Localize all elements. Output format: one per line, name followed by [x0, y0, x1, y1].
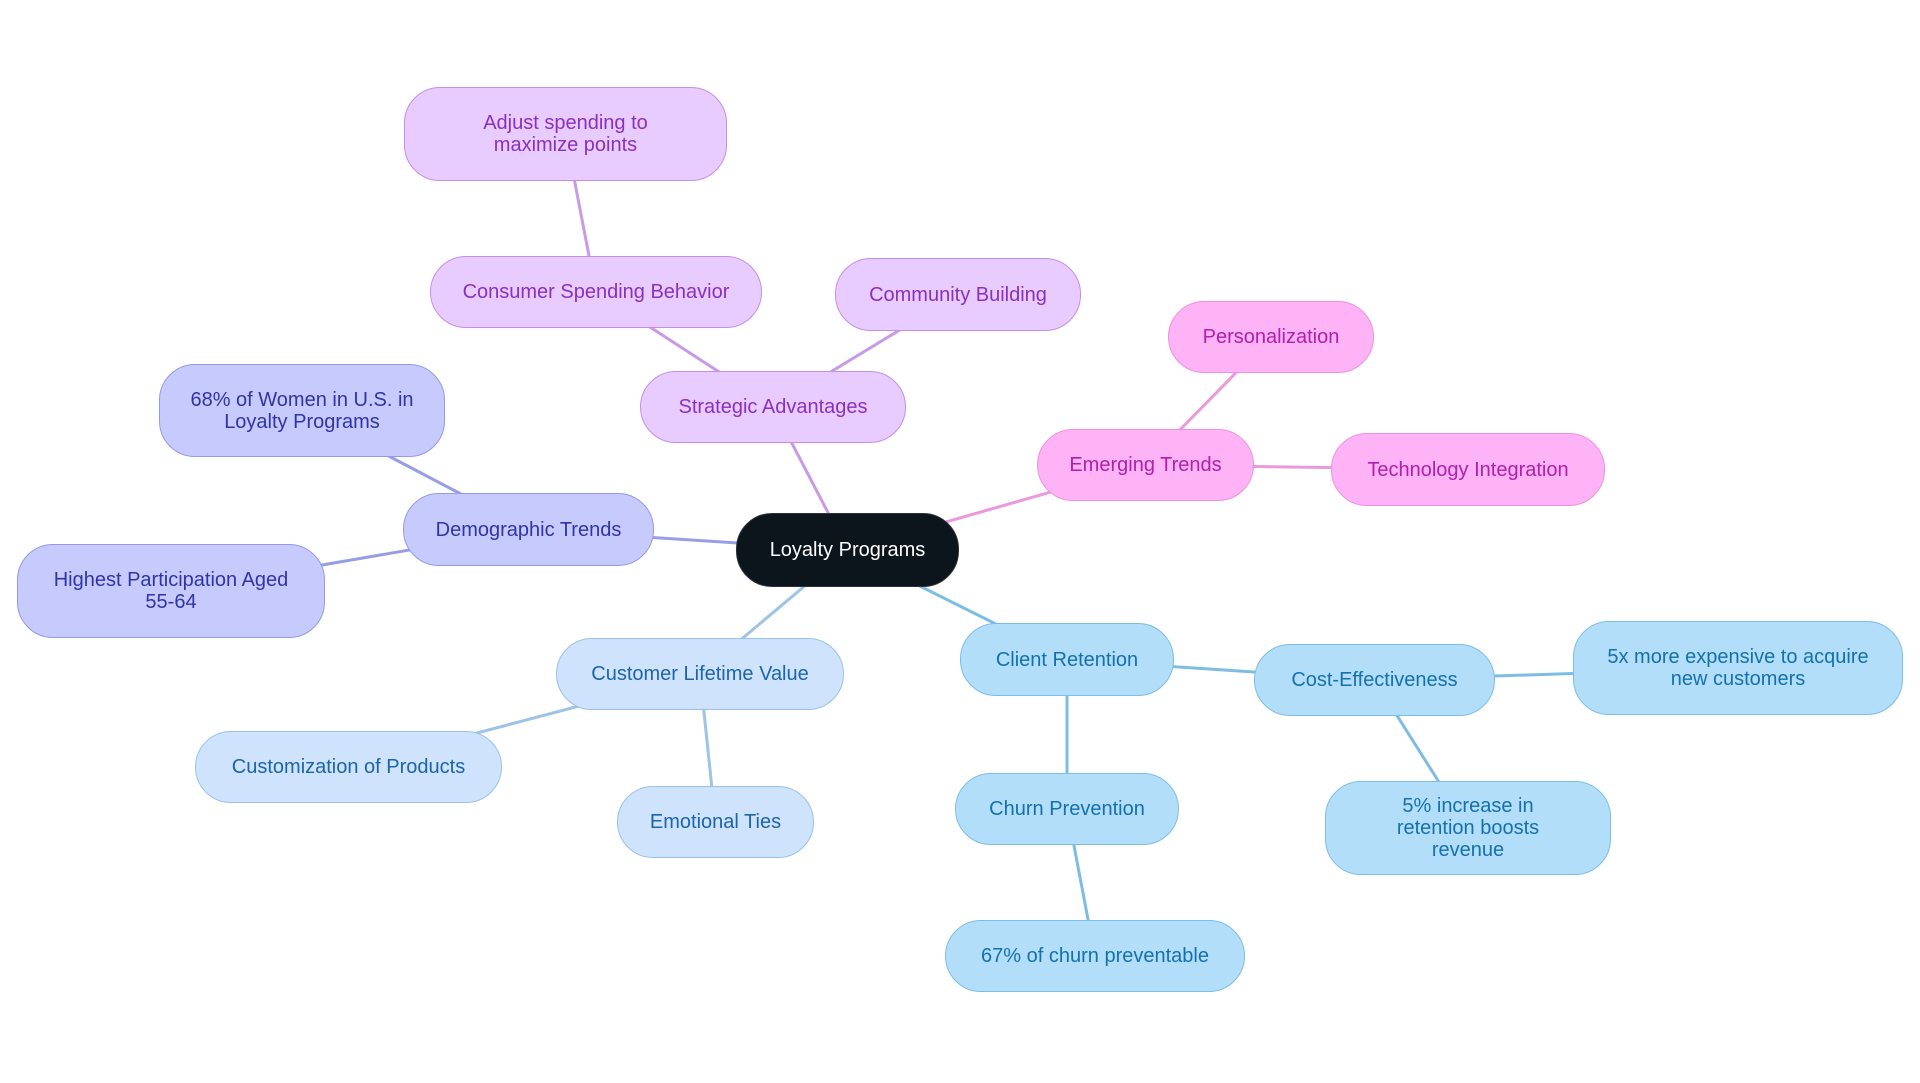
node-demographic-trends[interactable]: Demographic Trends [403, 493, 654, 566]
node-consumer-spending-behavior[interactable]: Consumer Spending Behavior [430, 256, 762, 328]
node-churn-67-percent[interactable]: 67% of churn preventable [945, 920, 1245, 992]
node-personalization[interactable]: Personalization [1168, 301, 1374, 373]
node-five-percent-increase[interactable]: 5% increase in retention boosts revenue [1325, 781, 1611, 875]
node-cost-effectiveness[interactable]: Cost-Effectiveness [1254, 644, 1495, 716]
node-customer-lifetime-value[interactable]: Customer Lifetime Value [556, 638, 844, 710]
node-five-x-expensive[interactable]: 5x more expensive to acquire new custome… [1573, 621, 1903, 715]
node-emerging-trends[interactable]: Emerging Trends [1037, 429, 1254, 501]
node-community-building[interactable]: Community Building [835, 258, 1081, 331]
node-highest-participation[interactable]: Highest Participation Aged 55-64 [17, 544, 325, 638]
node-strategic-advantages[interactable]: Strategic Advantages [640, 371, 906, 443]
node-women-68-percent[interactable]: 68% of Women in U.S. in Loyalty Programs [159, 364, 445, 457]
node-loyalty-programs[interactable]: Loyalty Programs [736, 513, 959, 587]
node-technology-integration[interactable]: Technology Integration [1331, 433, 1605, 506]
node-customization-of-products[interactable]: Customization of Products [195, 731, 502, 803]
node-client-retention[interactable]: Client Retention [960, 623, 1174, 696]
mindmap-edges [170, 133, 1739, 957]
node-emotional-ties[interactable]: Emotional Ties [617, 786, 814, 858]
node-adjust-spending[interactable]: Adjust spending to maximize points [404, 87, 727, 181]
node-churn-prevention[interactable]: Churn Prevention [955, 773, 1179, 845]
